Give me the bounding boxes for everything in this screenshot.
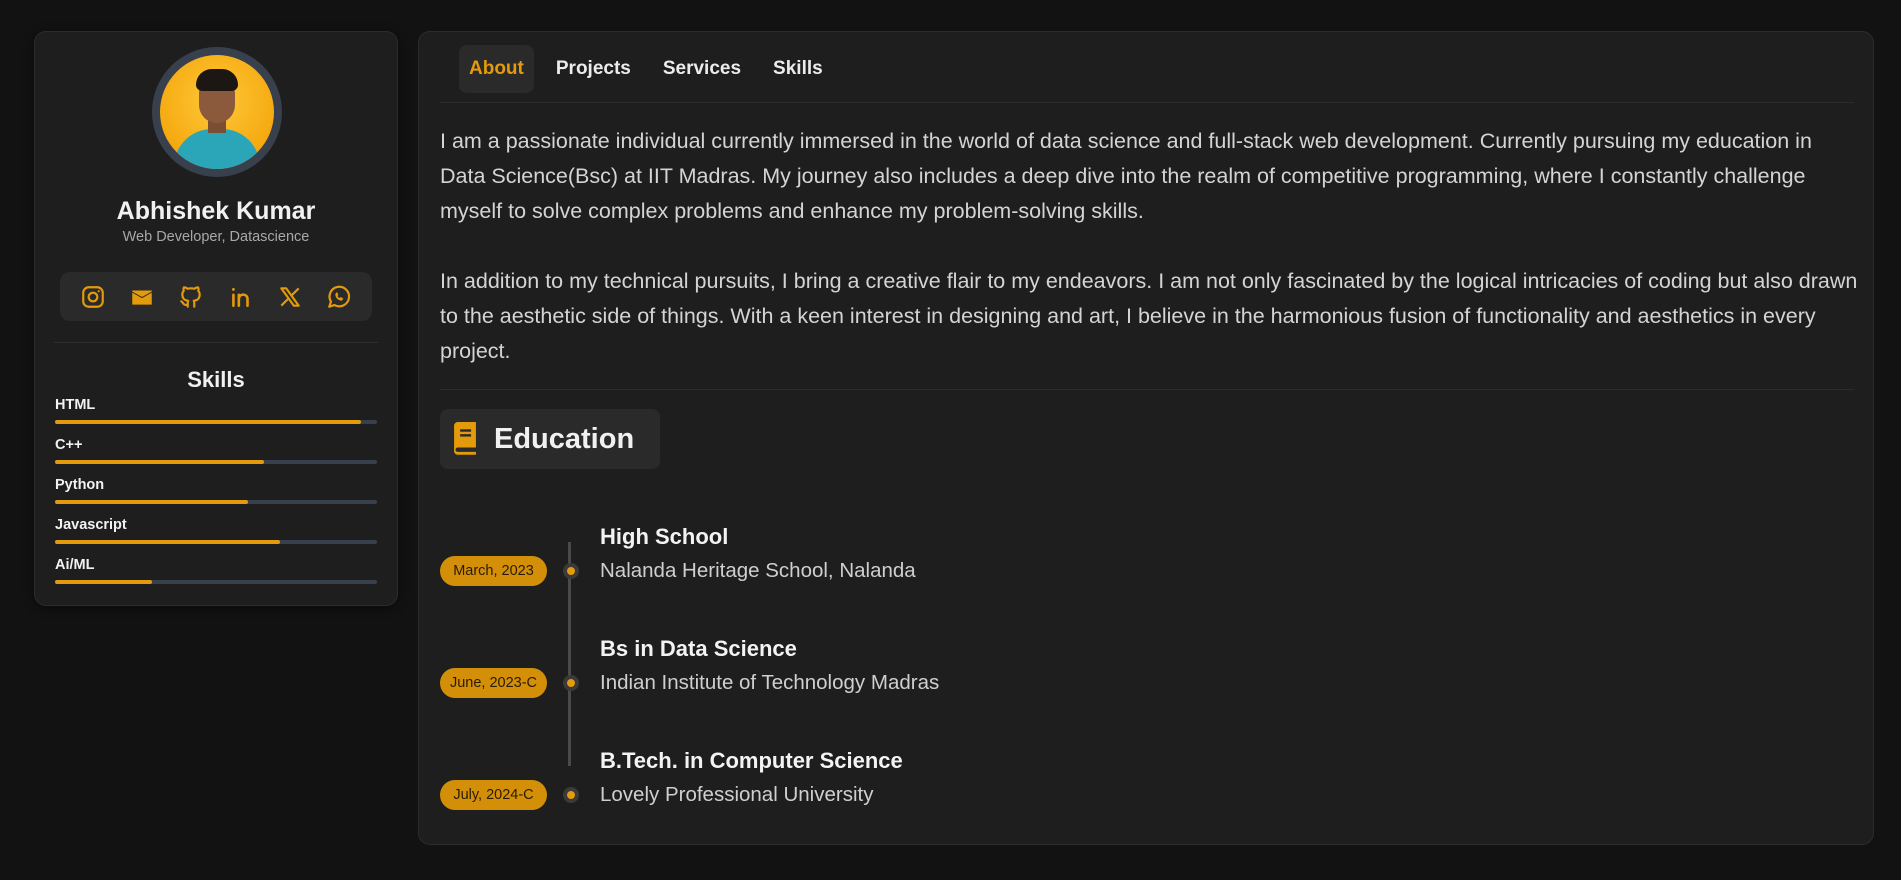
education-title-text: Bs in Data Science	[600, 636, 797, 661]
divider	[440, 102, 1854, 103]
skill-progress-track	[55, 500, 377, 504]
skill-progress-fill	[55, 580, 152, 584]
about-paragraph: In addition to my technical pursuits, I …	[440, 269, 1858, 363]
about-paragraph: I am a passionate individual currently i…	[440, 129, 1812, 223]
education-item: June, 2023-C Bs in Data Science Indian Ins…	[440, 624, 1240, 698]
whatsapp-icon[interactable]	[325, 283, 353, 311]
skill-item: C++	[55, 437, 377, 471]
profile-card: Abhishek Kumar Web Developer, Datascienc…	[34, 31, 398, 606]
education-date-badge: June, 2023-C	[440, 668, 547, 698]
skill-progress-fill	[55, 420, 361, 424]
timeline-dot	[563, 675, 579, 691]
education-institution: Nalanda Heritage School, Nalanda	[600, 559, 916, 582]
main-panel: About Projects Services Skills I am a passi…	[418, 31, 1874, 845]
skill-item: Python	[55, 477, 377, 511]
education-title: Education	[494, 422, 635, 455]
avatar	[160, 55, 274, 169]
education-header: Education	[440, 409, 660, 469]
education-institution: Indian Institute of Technology Madras	[600, 671, 940, 694]
avatar-ring	[152, 47, 282, 177]
skill-item: HTML	[55, 397, 377, 431]
divider	[54, 342, 378, 343]
mail-icon[interactable]	[128, 283, 156, 311]
education-institution: Lovely Professional University	[600, 783, 874, 806]
skill-label: Python	[55, 477, 105, 493]
skill-label: C++	[55, 437, 83, 453]
tab-skills[interactable]: Skills	[763, 45, 833, 93]
education-date-badge: July, 2024-C	[440, 780, 547, 810]
about-section: I am a passionate individual currently i…	[440, 124, 1860, 369]
skill-item: Ai/ML	[55, 557, 377, 591]
skill-label: HTML	[55, 397, 96, 413]
education-title-text: B.Tech. in Computer Science	[600, 748, 903, 773]
github-icon[interactable]	[177, 283, 205, 311]
skill-progress-fill	[55, 460, 265, 464]
skill-label: Javascript	[55, 517, 127, 533]
skill-progress-track	[55, 540, 377, 544]
education-date-badge: March, 2023	[440, 556, 547, 586]
skills-title: Skills	[187, 367, 245, 392]
skill-progress-track	[55, 420, 377, 424]
skill-progress-fill	[55, 500, 249, 504]
linkedin-icon[interactable]	[227, 283, 255, 311]
tab-projects[interactable]: Projects	[546, 45, 641, 93]
x-icon[interactable]	[276, 283, 304, 311]
book-icon	[454, 422, 476, 455]
timeline-dot	[563, 563, 579, 579]
skill-progress-fill	[55, 540, 281, 544]
tab-services[interactable]: Services	[653, 45, 751, 93]
education-title-text: High School	[600, 524, 729, 549]
skill-progress-track	[55, 580, 377, 584]
education-item: July, 2024-C B.Tech. in Computer Science L…	[440, 736, 1240, 810]
divider	[440, 389, 1854, 390]
tab-about[interactable]: About	[459, 45, 534, 93]
instagram-icon[interactable]	[79, 283, 107, 311]
timeline-dot	[563, 787, 579, 803]
skill-label: Ai/ML	[55, 557, 95, 573]
skill-item: Javascript	[55, 517, 377, 551]
skill-progress-track	[55, 460, 377, 464]
profile-name: Abhishek Kumar	[116, 197, 316, 225]
social-links	[60, 272, 372, 321]
education-item: March, 2023 High School Nalanda Heritage S…	[440, 512, 1240, 586]
nav-tabs: About Projects Services Skills	[459, 45, 833, 93]
profile-role: Web Developer, Datascience	[122, 229, 310, 245]
